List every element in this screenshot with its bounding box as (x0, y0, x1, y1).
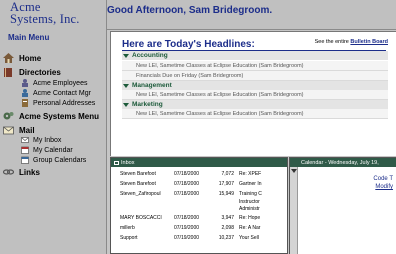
nav-mail-label: Mail (19, 125, 35, 135)
expand-triangle-icon (123, 53, 129, 58)
mail-date: 07/18/2000 (174, 215, 200, 221)
nav-my-inbox[interactable]: My Inbox (21, 135, 61, 145)
nav-group-calendars[interactable]: Group Calendars (21, 155, 86, 165)
scroll-down-arrow-icon[interactable] (291, 169, 297, 173)
headlines-panel: Here are Today's Headlines: See the enti… (110, 31, 396, 156)
table-row[interactable]: millerb 07/19/2000 2,098 Re: A Nar (111, 223, 287, 233)
calendar-title: Calendar - Wednesday, July 19, (290, 158, 396, 167)
calendar-entries: Code T Modify (373, 175, 393, 191)
nav-sub-label: Group Calendars (33, 156, 87, 164)
contact-icon (21, 89, 29, 97)
nav-directories[interactable]: Directories (3, 66, 61, 78)
inbox-title-bar: Inbox (111, 158, 287, 167)
headline-item[interactable]: New LEI, Sametime Classes at Eclipse Edu… (122, 61, 388, 71)
mail-size: 2,098 (221, 225, 234, 231)
nav-home-label: Home (19, 53, 42, 63)
table-row[interactable]: Support 07/19/2000 10,237 Your Sell (111, 233, 287, 243)
inbox-panel: Inbox Steven Barefoot 07/18/2000 7,072 R… (110, 157, 288, 254)
calendar-scrollbar[interactable] (290, 167, 298, 254)
expand-triangle-icon (123, 102, 129, 107)
table-row[interactable]: MARY BOSCACCI 07/18/2000 3,947 Re: Hope (111, 213, 287, 223)
nav-sub-label: My Calendar (33, 146, 73, 154)
category-marketing[interactable]: Marketing (122, 100, 388, 109)
calendar-entry[interactable]: Modify (373, 183, 393, 191)
mail-size: 7,072 (221, 171, 234, 177)
mail-date: 07/18/2000 (174, 191, 200, 197)
category-management[interactable]: Management (122, 81, 388, 90)
category-accounting[interactable]: Accounting (122, 51, 388, 60)
category-label: Accounting (132, 52, 168, 59)
nav-acme-contact-mgr[interactable]: Acme Contact Mgr (21, 88, 91, 98)
mail-size: 15,949 (218, 191, 234, 197)
nav-home[interactable]: Home (3, 52, 41, 64)
expand-triangle-icon (123, 83, 129, 88)
mail-subject-continued: Administr (239, 206, 260, 212)
mail-date: 07/19/2000 (174, 225, 200, 231)
house-icon (3, 53, 14, 63)
bulletin-board-prompt: See the entire Bulletin Board (315, 39, 388, 45)
mail-subject: Your Sell (239, 235, 259, 241)
envelope-icon (114, 160, 119, 165)
mail-subject: Gartner In (239, 181, 262, 187)
mail-from: Support (120, 235, 138, 241)
company-logo: Acme Systems, Inc. (10, 1, 80, 26)
nav-links[interactable]: Links (2, 166, 40, 178)
mail-size: 17,907 (218, 181, 234, 187)
calendar-panel: Calendar - Wednesday, July 19, Code T Mo… (289, 157, 396, 254)
mail-from: millerb (120, 225, 135, 231)
nav-links-label: Links (19, 167, 40, 177)
sidebar: Acme Systems, Inc. Main Menu Home Direct… (0, 0, 107, 254)
envelope-icon (3, 125, 14, 135)
bulletin-board-prefix: See the entire (314, 39, 349, 45)
table-row[interactable]: Steven_Zafiropoul 07/18/2000 15,949 Trai… (111, 189, 287, 199)
inbox-icon (21, 136, 29, 144)
book-icon (3, 67, 14, 77)
main-menu-link[interactable]: Main Menu (8, 33, 49, 42)
calendar-icon (21, 146, 29, 154)
mail-subject: Re: Hope (239, 215, 261, 221)
nav-directories-label: Directories (19, 67, 61, 77)
headline-item[interactable]: New LEI, Sametime Classes at Eclipse Edu… (122, 109, 388, 119)
nav-sub-label: Acme Employees (33, 79, 88, 87)
mail-date: 07/19/2000 (174, 235, 200, 241)
person-icon (21, 79, 29, 87)
mail-subject: Training C (239, 191, 262, 197)
group-calendar-icon (21, 156, 29, 164)
mail-subject: Re: A Nar (239, 225, 261, 231)
mail-subject-continued: Instructor (239, 199, 260, 205)
nav-systems-label: Acme Systems Menu (19, 111, 100, 121)
category-label: Marketing (132, 101, 163, 108)
mail-from: Steven Barefoot (120, 181, 156, 187)
mail-size: 3,947 (221, 215, 234, 221)
nav-sub-label: Personal Addresses (33, 99, 96, 107)
headline-item[interactable]: New LEI, Sametime Classes at Eclipse Edu… (122, 90, 388, 100)
mail-subject: Re: XPEF (239, 171, 262, 177)
nav-acme-systems-menu[interactable]: Acme Systems Menu (3, 110, 99, 122)
calendar-entry[interactable]: Code T (373, 175, 393, 183)
nav-personal-addresses[interactable]: Personal Addresses (21, 98, 95, 108)
mail-from: Steven_Zafiropoul (120, 191, 161, 197)
chain-link-icon (2, 167, 15, 177)
mail-date: 07/18/2000 (174, 181, 200, 187)
header-bar: Good Afternoon, Sam Bridegroom. (107, 0, 396, 30)
table-row[interactable]: Steven Barefoot 07/18/2000 17,907 Gartne… (111, 179, 287, 189)
mail-date: 07/18/2000 (174, 171, 200, 177)
mail-from: Steven Barefoot (120, 171, 156, 177)
gears-icon (3, 111, 14, 121)
mail-size: 10,237 (218, 235, 234, 241)
inbox-title: Inbox (121, 159, 135, 166)
address-book-icon (21, 99, 29, 107)
nav-acme-employees[interactable]: Acme Employees (21, 78, 87, 88)
brand-line2: Systems, Inc. (10, 12, 80, 26)
mail-from: MARY BOSCACCI (120, 215, 162, 221)
bulletin-board-link[interactable]: Bulletin Board (350, 39, 388, 45)
table-row[interactable]: Steven Barefoot 07/18/2000 7,072 Re: XPE… (111, 169, 287, 179)
category-label: Management (132, 82, 172, 89)
nav-my-calendar[interactable]: My Calendar (21, 145, 73, 155)
headline-item[interactable]: Financials Due on Friday (Sam Bridegroom… (122, 71, 388, 81)
headlines-title: Here are Today's Headlines: (122, 39, 255, 50)
nav-sub-label: Acme Contact Mgr (33, 89, 91, 97)
greeting-text: Good Afternoon, Sam Bridegroom. (107, 5, 273, 16)
nav-sub-label: My Inbox (33, 136, 62, 144)
